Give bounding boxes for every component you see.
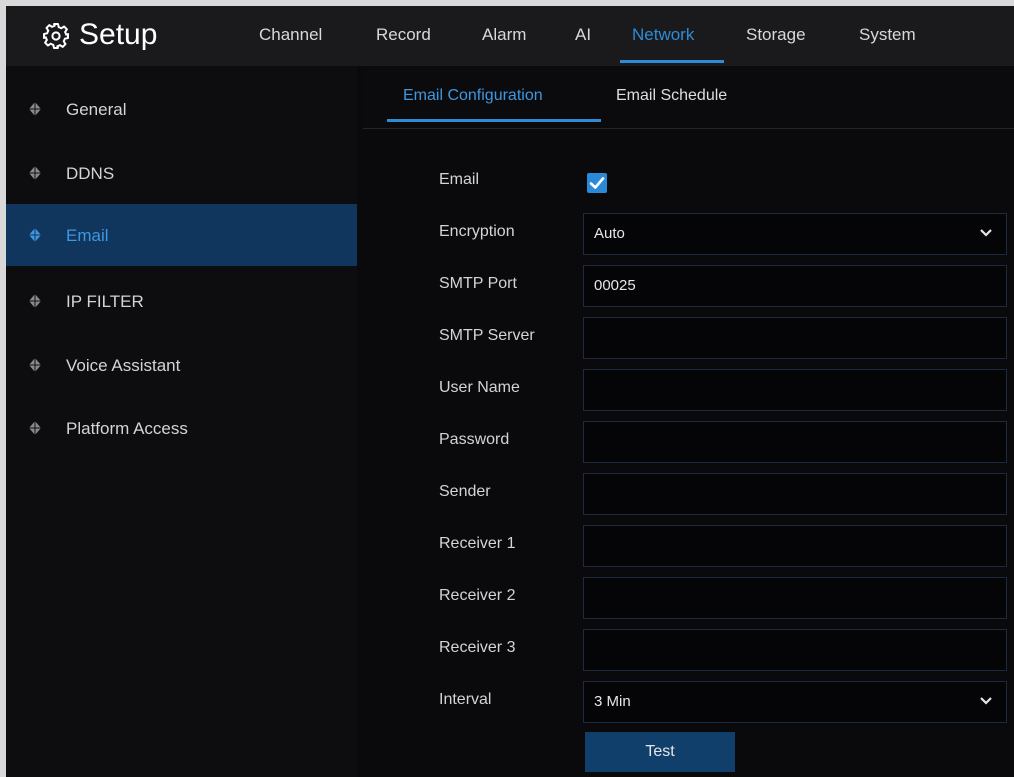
encryption-label: Encryption	[439, 223, 515, 240]
receiver-3-label: Receiver 3	[439, 639, 516, 656]
encryption-select[interactable]: Auto	[583, 213, 1007, 255]
sidebar-item-label: Platform Access	[66, 419, 188, 438]
setup-window: Setup Channel Record Alarm AI Network St…	[6, 6, 1014, 777]
tab-email-schedule[interactable]: Email Schedule	[616, 86, 727, 106]
email-label: Email	[439, 171, 480, 188]
sidebar: General DDNS Email IP FILTER Voice Assis…	[6, 66, 357, 777]
subtab-bar: Email Configuration Email Schedule	[363, 66, 1014, 129]
sidebar-item-platform-access[interactable]: Platform Access	[6, 397, 357, 459]
tab-network[interactable]: Network	[632, 25, 694, 45]
diamond-bullet-icon	[29, 358, 41, 372]
sidebar-item-label: DDNS	[66, 164, 115, 183]
sidebar-item-voice-assistant[interactable]: Voice Assistant	[6, 334, 357, 396]
sidebar-item-label: IP FILTER	[66, 292, 144, 311]
interval-value: 3 Min	[594, 693, 631, 710]
top-navigation-bar: Setup Channel Record Alarm AI Network St…	[6, 6, 1014, 66]
encryption-value: Auto	[594, 225, 625, 242]
receiver-2-input[interactable]	[583, 577, 1007, 619]
chevron-down-icon	[980, 229, 992, 237]
password-input[interactable]	[583, 421, 1007, 463]
sidebar-item-label: General	[66, 100, 127, 119]
tab-system[interactable]: System	[859, 25, 916, 45]
email-enable-checkbox[interactable]	[587, 173, 607, 193]
smtp-port-input[interactable]: 00025	[583, 265, 1007, 307]
sidebar-item-ddns[interactable]: DDNS	[6, 142, 357, 204]
sidebar-item-general[interactable]: General	[6, 78, 357, 140]
diamond-bullet-icon	[29, 166, 41, 180]
checkmark-icon	[589, 177, 605, 189]
diamond-bullet-icon	[29, 421, 41, 435]
smtp-server-label: SMTP Server	[439, 327, 535, 344]
tab-email-configuration[interactable]: Email Configuration	[403, 86, 543, 106]
tab-alarm[interactable]: Alarm	[482, 25, 526, 45]
receiver-1-label: Receiver 1	[439, 535, 516, 552]
user-name-input[interactable]	[583, 369, 1007, 411]
sidebar-item-email[interactable]: Email	[6, 204, 357, 266]
app-title: Setup	[79, 18, 158, 51]
diamond-bullet-icon	[29, 294, 41, 308]
active-tab-indicator	[620, 60, 724, 63]
chevron-down-icon	[980, 697, 992, 705]
diamond-bullet-icon	[29, 228, 41, 242]
tab-record[interactable]: Record	[376, 25, 431, 45]
sidebar-item-ip-filter[interactable]: IP FILTER	[6, 270, 357, 332]
sidebar-item-label: Voice Assistant	[66, 356, 181, 375]
interval-select[interactable]: 3 Min	[583, 681, 1007, 723]
sender-label: Sender	[439, 483, 491, 500]
test-button[interactable]: Test	[585, 732, 735, 772]
tab-storage[interactable]: Storage	[746, 25, 806, 45]
sender-input[interactable]	[583, 473, 1007, 515]
tab-ai[interactable]: AI	[575, 25, 591, 45]
sidebar-item-label: Email	[66, 226, 109, 245]
user-name-label: User Name	[439, 379, 520, 396]
receiver-2-label: Receiver 2	[439, 587, 516, 604]
receiver-3-input[interactable]	[583, 629, 1007, 671]
smtp-port-label: SMTP Port	[439, 275, 517, 292]
diamond-bullet-icon	[29, 102, 41, 116]
tab-channel[interactable]: Channel	[259, 25, 322, 45]
active-subtab-indicator	[387, 119, 601, 122]
password-label: Password	[439, 431, 510, 448]
interval-label: Interval	[439, 691, 492, 708]
receiver-1-input[interactable]	[583, 525, 1007, 567]
gear-icon	[43, 23, 69, 49]
smtp-server-input[interactable]	[583, 317, 1007, 359]
email-settings-panel: Email Configuration Email Schedule Email…	[363, 66, 1014, 777]
